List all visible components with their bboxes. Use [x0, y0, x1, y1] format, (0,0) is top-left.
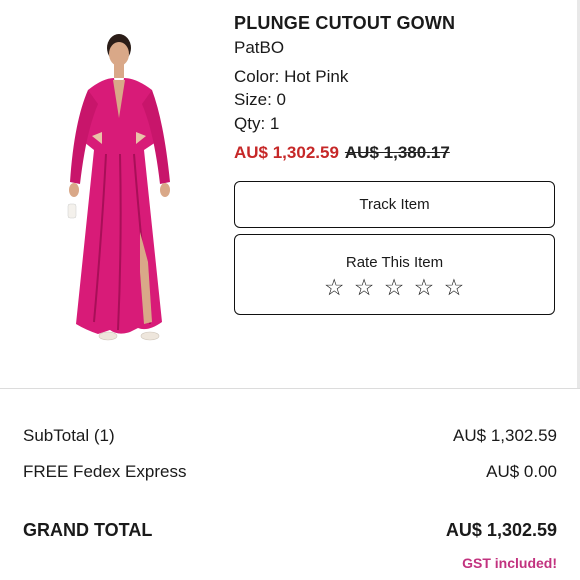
product-color: Color: Hot Pink: [234, 67, 349, 86]
rate-item-button[interactable]: Rate This Item ☆ ☆ ☆ ☆ ☆: [234, 234, 555, 315]
star-icon[interactable]: ☆: [444, 275, 466, 301]
star-icon[interactable]: ☆: [324, 275, 346, 301]
shipping-label: FREE Fedex Express: [23, 462, 187, 481]
grand-total-label: GRAND TOTAL: [23, 520, 153, 540]
subtotal-label: SubTotal (1): [23, 426, 115, 445]
shipping-value: AU$ 0.00: [486, 462, 557, 481]
track-item-button[interactable]: Track Item: [234, 181, 555, 228]
product-size: Size: 0: [234, 90, 286, 109]
product-title: PLUNGE CUTOUT GOWN: [234, 13, 456, 33]
gst-note: GST included!: [462, 555, 557, 571]
sale-price: AU$ 1,302.59: [234, 143, 339, 162]
star-icon[interactable]: ☆: [354, 275, 376, 301]
product-brand: PatBO: [234, 38, 285, 57]
section-divider: [0, 388, 580, 389]
star-icon[interactable]: ☆: [414, 275, 436, 301]
product-qty: Qty: 1: [234, 114, 280, 133]
product-image: [58, 32, 180, 350]
rate-item-label: Rate This Item: [345, 254, 444, 271]
grand-total-value: AU$ 1,302.59: [445, 520, 557, 540]
original-price: AU$ 1,380.17: [344, 143, 450, 162]
star-rating[interactable]: ☆ ☆ ☆ ☆ ☆: [235, 275, 554, 301]
star-icon[interactable]: ☆: [384, 275, 406, 301]
pink-gown-figure: [67, 34, 170, 341]
price-row: AU$ 1,302.59 AU$ 1,380.17: [234, 143, 450, 163]
subtotal-value: AU$ 1,302.59: [453, 426, 557, 445]
track-item-label: Track Item: [359, 196, 430, 213]
